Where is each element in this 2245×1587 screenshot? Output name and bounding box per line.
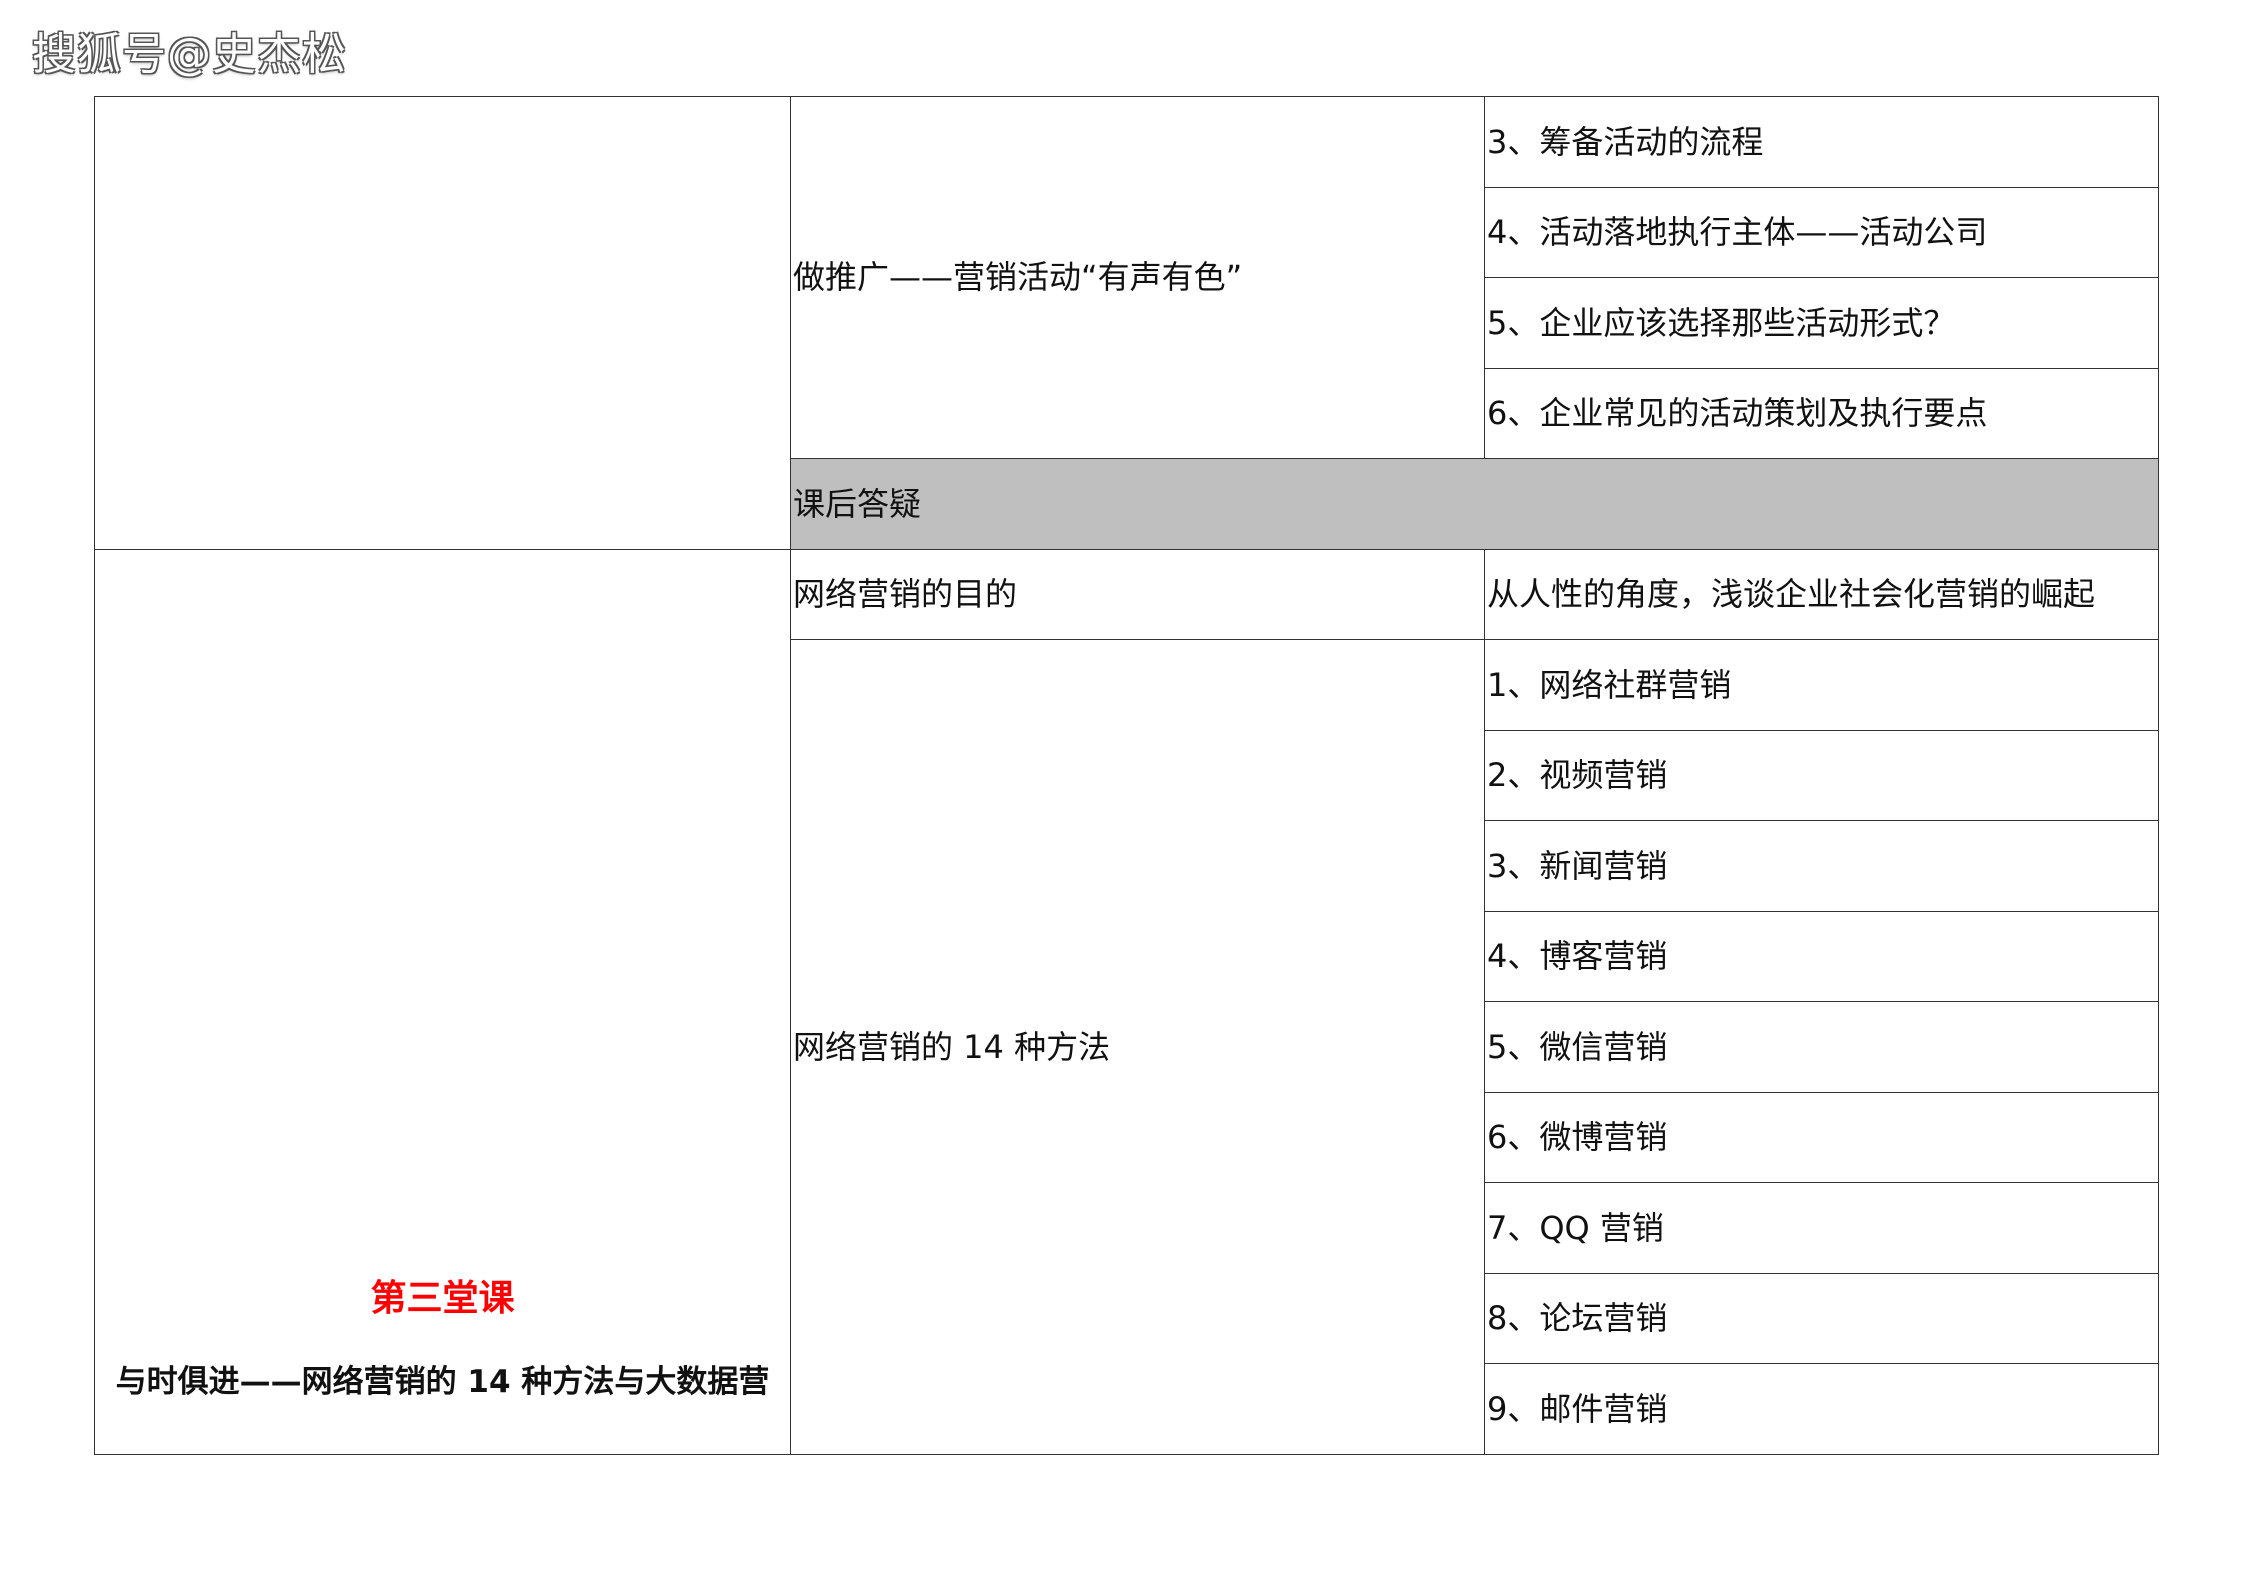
table-row: 第三堂课 与时俱进——网络营销的 14 种方法与大数据营 网络营销的目的 从人性… — [94, 548, 2159, 1455]
method-item: 3、新闻营销 — [1484, 820, 2159, 912]
method-item: 8、论坛营销 — [1484, 1272, 2159, 1364]
method-item: 4、博客营销 — [1484, 910, 2159, 1002]
lesson-title: 与时俱进——网络营销的 14 种方法与大数据营 — [115, 1364, 770, 1401]
purpose-topic-cell: 网络营销的目的 — [790, 548, 1485, 640]
empty-lesson-cell — [94, 96, 791, 550]
topic-item: 6、企业常见的活动策划及执行要点 — [1484, 367, 2159, 459]
topic-item: 5、企业应该选择那些活动形式？ — [1484, 277, 2159, 369]
topic-item: 3、筹备活动的流程 — [1484, 96, 2159, 188]
method-item: 1、网络社群营销 — [1484, 639, 2159, 731]
method-item: 5、微信营销 — [1484, 1001, 2159, 1093]
method-item: 9、邮件营销 — [1484, 1363, 2159, 1455]
topic-item: 4、活动落地执行主体——活动公司 — [1484, 186, 2159, 278]
promotion-topic-cell: 做推广——营销活动“有声有色” — [790, 96, 1485, 459]
purpose-detail-cell: 从人性的角度，浅谈企业社会化营销的崛起 — [1484, 548, 2159, 640]
method-item: 2、视频营销 — [1484, 729, 2159, 821]
watermark: 搜狐号@史杰松 — [32, 29, 347, 80]
course-outline-table: 做推广——营销活动“有声有色” 3、筹备活动的流程 4、活动落地执行主体——活动… — [94, 96, 2159, 1455]
methods-topic-cell: 网络营销的 14 种方法 — [790, 639, 1485, 1455]
method-item: 6、微博营销 — [1484, 1091, 2159, 1183]
lesson-cell: 第三堂课 与时俱进——网络营销的 14 种方法与大数据营 — [94, 548, 791, 1455]
method-item: 7、QQ 营销 — [1484, 1182, 2159, 1274]
table-row: 做推广——营销活动“有声有色” 3、筹备活动的流程 — [94, 96, 2159, 550]
lesson-number: 第三堂课 — [370, 1278, 515, 1320]
qa-row-cell: 课后答疑 — [790, 458, 2159, 550]
